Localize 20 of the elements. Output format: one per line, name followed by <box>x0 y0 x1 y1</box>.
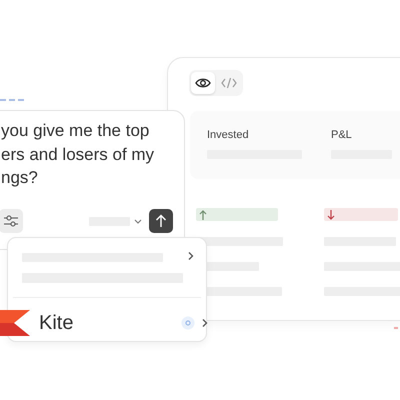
chat-message: you give me the top ers and losers of my ngs? <box>1 120 154 189</box>
kite-logo-icon <box>0 310 30 336</box>
chevron-right-icon <box>201 318 208 328</box>
send-button[interactable] <box>149 209 173 233</box>
up-arrow-icon <box>199 210 207 220</box>
column-header: Invested <box>207 129 250 142</box>
eye-icon <box>195 76 211 90</box>
column-header: P&L <box>331 129 353 142</box>
eye-tab[interactable] <box>191 72 215 94</box>
status-icon <box>181 316 195 330</box>
chevron-right-icon <box>187 251 194 261</box>
sliders-icon <box>3 214 19 228</box>
up-arrow-icon <box>155 214 167 228</box>
settings-button[interactable] <box>0 209 23 233</box>
accent-mark <box>394 327 398 329</box>
down-arrow-icon <box>327 210 335 220</box>
code-icon <box>221 76 237 90</box>
menu-item[interactable]: Kite <box>0 308 208 338</box>
chevron-down-icon <box>134 218 142 224</box>
dashed-line <box>0 99 24 101</box>
